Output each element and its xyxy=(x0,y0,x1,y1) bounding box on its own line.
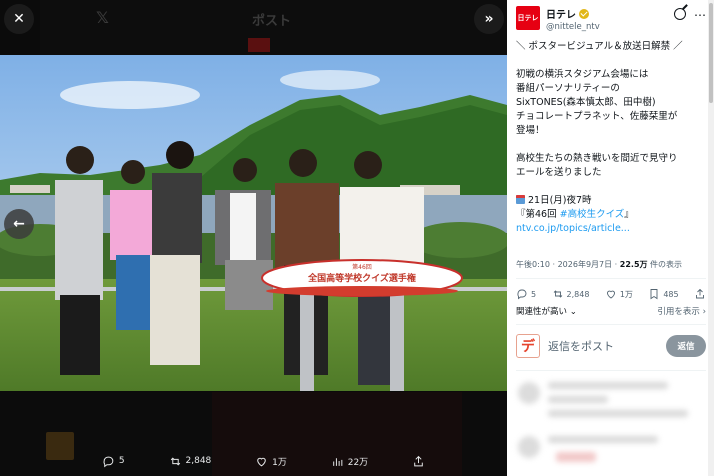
author-handle[interactable]: @nittele_ntv xyxy=(546,22,600,32)
previous-image-button[interactable]: ← xyxy=(4,209,34,239)
post-image[interactable]: 第46回 全国高等学校クイズ選手権 xyxy=(0,55,507,391)
person-3 xyxy=(150,141,202,365)
viewer-reply-button[interactable]: 5 xyxy=(102,455,125,468)
reply-button[interactable]: 5 xyxy=(516,288,536,300)
viewer-like-button[interactable]: 1万 xyxy=(255,455,287,468)
reply-count: 5 xyxy=(531,289,537,299)
share-button[interactable] xyxy=(694,288,706,300)
share-icon xyxy=(414,455,423,466)
author-name[interactable]: 日テレ xyxy=(546,6,576,21)
grok-icon[interactable] xyxy=(674,8,686,20)
close-button[interactable]: ✕ xyxy=(4,4,34,34)
post-paragraph-2: 高校生たちの熱き戦いを間近で見守り エールを送りました xyxy=(516,153,678,178)
article-link[interactable]: ntv.co.jp/topics/article... xyxy=(516,222,706,236)
reply-icon xyxy=(103,456,114,467)
calendar-icon xyxy=(516,195,525,204)
x-logo-icon: 𝕏 xyxy=(96,8,109,27)
post-author: 日テレ 日テレ @nittele_ntv ⋯ xyxy=(516,6,706,32)
bookmark-icon xyxy=(650,289,658,300)
post-header-actions: ⋯ xyxy=(674,8,706,22)
repost-count: 2,848 xyxy=(566,289,590,299)
verified-badge-icon xyxy=(579,8,589,19)
arrow-left-icon: ← xyxy=(13,216,25,232)
background-post-title: ポスト xyxy=(252,14,292,29)
post-meta: 午後0:10 · 2026年9月7日 · 22.5万 件の表示 xyxy=(516,259,682,270)
sign-line1: 第46回 xyxy=(352,263,372,271)
post-detail-panel: 日テレ 日テレ @nittele_ntv ⋯ ＼ ポスタービジュアル＆放送日解禁… xyxy=(507,0,714,476)
viewer-repost-count: 2,848 xyxy=(185,456,212,466)
repost-icon xyxy=(553,290,562,298)
share-icon xyxy=(696,288,704,299)
expand-panel-button[interactable]: » xyxy=(474,4,504,34)
reply-item[interactable] xyxy=(516,430,706,476)
viewer-views-count: 22万 xyxy=(347,457,369,468)
hashtag-link[interactable]: #高校生クイズ xyxy=(560,209,625,220)
person-1 xyxy=(55,146,103,375)
sign-line2: 全国高等学校クイズ選手権 xyxy=(307,272,416,284)
scrollbar[interactable] xyxy=(708,0,714,476)
reply-input[interactable]: 返信をポスト xyxy=(548,338,658,354)
scrollbar-thumb[interactable] xyxy=(709,3,713,103)
viewer-reply-count: 5 xyxy=(118,456,125,466)
post-stats-bar: 5 2,848 1万 485 xyxy=(516,288,706,300)
viewer-views-button[interactable]: 22万 xyxy=(331,455,368,468)
post-paragraph-1: 初戦の横浜スタジアム会場には 番組パーソナリティーの SixTONES(森本慎太… xyxy=(516,69,678,136)
user-avatar[interactable]: デ xyxy=(516,334,540,358)
divider xyxy=(516,278,706,279)
close-icon: ✕ xyxy=(13,11,25,27)
post-view-suffix: 件の表示 xyxy=(647,260,683,269)
post-photo-svg: 第46回 全国高等学校クイズ選手権 xyxy=(0,55,507,391)
reply-item[interactable] xyxy=(516,376,706,436)
hashtag-prefix: 『第46回 xyxy=(516,209,560,220)
post-body: ＼ ポスタービジュアル＆放送日解禁 ／ 初戦の横浜スタジアム会場には 番組パーソ… xyxy=(516,40,706,236)
more-options-icon[interactable]: ⋯ xyxy=(694,8,706,22)
hashtag-suffix: 』 xyxy=(624,209,634,220)
post-schedule: 21日(月)夜7時 『第46回 #高校生クイズ』 ntv.co.jp/topic… xyxy=(516,194,706,236)
bookmark-count: 485 xyxy=(663,289,679,299)
views-icon xyxy=(332,457,343,466)
author-name-row: 日テレ xyxy=(546,6,600,21)
background-post-header: 𝕏 ポスト xyxy=(40,0,507,55)
heart-icon xyxy=(606,290,615,299)
post-headline: ＼ ポスタービジュアル＆放送日解禁 ／ xyxy=(516,41,683,52)
like-count: 1万 xyxy=(619,289,633,299)
reply-submit-button[interactable]: 返信 xyxy=(666,335,706,357)
reply-sort-row: 関連性が高い ⌄ 引用を表示 › xyxy=(516,305,706,317)
viewer-share-button[interactable] xyxy=(412,455,425,468)
viewer-repost-button[interactable]: 2,848 xyxy=(169,455,212,468)
chevron-double-right-icon: » xyxy=(484,11,494,27)
divider xyxy=(516,370,706,371)
bookmark-button[interactable]: 485 xyxy=(648,288,679,300)
heart-icon xyxy=(257,457,266,466)
repost-button[interactable]: 2,848 xyxy=(552,288,590,300)
viewer-action-bar: 5 2,848 1万 22万 xyxy=(0,446,507,476)
view-quotes-link[interactable]: 引用を表示 › xyxy=(657,305,706,317)
author-avatar[interactable]: 日テレ xyxy=(516,6,540,30)
reply-icon xyxy=(517,289,527,300)
background-logo xyxy=(248,38,270,52)
post-timestamp[interactable]: 午後0:10 · 2026年9月7日 · xyxy=(516,260,620,269)
repost-icon xyxy=(170,457,180,465)
like-button[interactable]: 1万 xyxy=(605,288,633,300)
sort-dropdown[interactable]: 関連性が高い ⌄ xyxy=(516,305,577,317)
viewer-like-count: 1万 xyxy=(272,457,287,468)
reply-composer: デ 返信をポスト 返信 xyxy=(516,334,706,358)
media-viewer: 𝕏 ポスト 第46回 全国高等学校クイズ選手権 ✕ » ← 5 2,848 1万… xyxy=(0,0,507,476)
post-date: 21日(月)夜7時 xyxy=(528,195,592,206)
divider xyxy=(516,324,706,325)
post-view-count: 22.5万 xyxy=(619,260,648,269)
